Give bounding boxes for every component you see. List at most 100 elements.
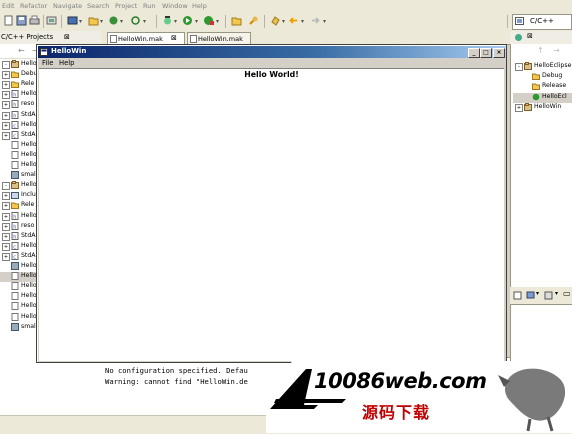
menu-file[interactable]: File [42, 59, 53, 67]
chevron-down-icon[interactable]: ▾ [143, 18, 146, 25]
save-icon[interactable] [16, 15, 27, 26]
tree-item[interactable]: - HelloEclipse [513, 62, 572, 72]
tree-item-label: Hello [21, 272, 37, 280]
menu-help[interactable]: Help [192, 2, 207, 10]
window-menu-bar: File Help [38, 58, 505, 68]
expand-icon[interactable]: + [2, 91, 10, 100]
expand-icon[interactable]: + [2, 192, 10, 201]
chevron-down-icon[interactable]: ▾ [216, 18, 219, 25]
app-icon[interactable] [40, 48, 48, 56]
tree-item[interactable]: + HelloWin [513, 102, 572, 113]
expand-icon[interactable]: + [2, 202, 10, 211]
main-toolbar: ▾ ▾ ▾ ▾ ▾ ▾ ▾ ▾ ▾ ▾ [0, 12, 572, 32]
refresh-icon[interactable] [130, 15, 141, 26]
back-arrow-icon[interactable]: ← [18, 46, 25, 55]
editor-tab-hellowin-mak-active[interactable]: HelloWin.mak ⊠ [107, 32, 185, 44]
expand-icon[interactable]: + [2, 71, 10, 80]
expand-icon[interactable]: + [515, 103, 523, 112]
open-type-icon[interactable] [231, 15, 242, 26]
expand-icon[interactable]: + [2, 81, 10, 90]
chevron-down-icon[interactable]: ▾ [282, 18, 285, 25]
collapse-icon[interactable]: - [515, 63, 523, 71]
console-line: No configuration specified. Defau [105, 366, 248, 375]
svg-text:h: h [13, 224, 16, 230]
expand-icon[interactable]: + [2, 101, 10, 110]
display-icon[interactable] [526, 291, 535, 300]
menu-help[interactable]: Help [59, 59, 75, 67]
project-icon [11, 60, 19, 68]
menu-navigate[interactable]: Navigate [53, 2, 82, 10]
chevron-down-icon[interactable]: ▾ [555, 290, 558, 297]
minimize-view-icon[interactable]: ▭ [563, 289, 571, 298]
close-icon[interactable]: ⊠ [171, 34, 177, 42]
tree-item[interactable]: Release [513, 82, 572, 92]
expand-icon[interactable]: + [2, 242, 10, 251]
new-class-icon[interactable] [108, 15, 119, 26]
expand-icon[interactable]: + [2, 121, 10, 130]
maximize-button[interactable]: □ [480, 48, 492, 58]
build-all-icon[interactable] [46, 15, 57, 26]
perspective-switcher[interactable]: C/C++ [512, 14, 572, 30]
close-button[interactable]: × [493, 48, 505, 58]
window-title-bar[interactable]: HelloWin _ □ × [38, 46, 505, 58]
tree-item[interactable]: HelloEcl [513, 92, 572, 103]
expand-icon[interactable]: + [2, 222, 10, 231]
chevron-down-icon[interactable]: ▾ [79, 18, 82, 25]
menu-project[interactable]: Project [115, 2, 137, 10]
forward-arrow-icon[interactable]: → [553, 46, 560, 55]
watermark-cn: 源码下载 [362, 403, 431, 422]
perspective-label: C/C++ [530, 17, 554, 25]
expand-icon[interactable]: + [2, 212, 10, 221]
print-icon[interactable] [29, 15, 40, 26]
tree-item-label: Hello [21, 302, 37, 310]
menu-edit[interactable]: Edit [2, 2, 15, 10]
chevron-down-icon[interactable]: ▾ [100, 18, 103, 25]
tree-item-label: Hello [21, 150, 37, 158]
chevron-down-icon[interactable]: ▾ [536, 290, 539, 297]
editor-tab-hellowin-mak[interactable]: HelloWin.mak [187, 32, 251, 44]
svg-text:h: h [13, 234, 16, 240]
outline-view-tab[interactable]: ⊠ [510, 31, 572, 45]
expand-icon[interactable]: + [2, 111, 10, 120]
file-icon [11, 161, 19, 169]
expand-icon[interactable]: + [2, 232, 10, 241]
up-arrow-icon[interactable]: ↑ [537, 46, 544, 55]
close-icon[interactable]: ⊠ [527, 32, 533, 40]
expand-icon[interactable]: + [2, 252, 10, 261]
chevron-down-icon[interactable]: ▾ [323, 18, 326, 25]
console-icon[interactable] [544, 291, 553, 300]
image-file-icon [11, 171, 19, 180]
annotation-icon[interactable] [270, 15, 281, 26]
projects-view-tab-label: C/C++ Projects [1, 33, 54, 41]
tree-item-label: smal [21, 322, 36, 330]
menu-refactor[interactable]: Refactor [20, 2, 47, 10]
debug-icon[interactable] [162, 15, 173, 26]
close-icon[interactable]: ⊠ [64, 33, 70, 41]
file-icon [190, 35, 197, 43]
new-icon[interactable] [3, 15, 14, 26]
minimize-button[interactable]: _ [468, 48, 480, 58]
new-project-icon[interactable] [67, 15, 78, 26]
collapse-icon[interactable]: - [2, 182, 10, 191]
menu-window[interactable]: Window [162, 2, 188, 10]
chevron-down-icon[interactable]: ▾ [195, 18, 198, 25]
menu-search[interactable]: Search [87, 2, 109, 10]
forward-icon[interactable] [310, 15, 321, 26]
chevron-down-icon[interactable]: ▾ [174, 18, 177, 25]
external-tools-icon[interactable] [203, 15, 214, 26]
menu-run[interactable]: Run [143, 2, 155, 10]
chevron-down-icon[interactable]: ▾ [120, 18, 123, 25]
chevron-down-icon[interactable]: ▾ [301, 18, 304, 25]
file-icon [11, 140, 19, 149]
open-perspective-icon[interactable] [515, 17, 525, 26]
tree-item[interactable]: Debug [513, 72, 572, 82]
svg-text:c: c [13, 254, 16, 260]
projects-view-tab[interactable]: C/C++ Projects ⊠ [0, 31, 101, 45]
pin-icon[interactable] [513, 291, 522, 300]
run-icon[interactable] [182, 15, 193, 26]
back-icon[interactable] [288, 15, 299, 26]
expand-icon[interactable]: + [2, 131, 10, 140]
collapse-icon[interactable]: - [2, 61, 10, 69]
search-icon[interactable] [248, 15, 259, 26]
new-folder-icon[interactable] [88, 15, 99, 26]
